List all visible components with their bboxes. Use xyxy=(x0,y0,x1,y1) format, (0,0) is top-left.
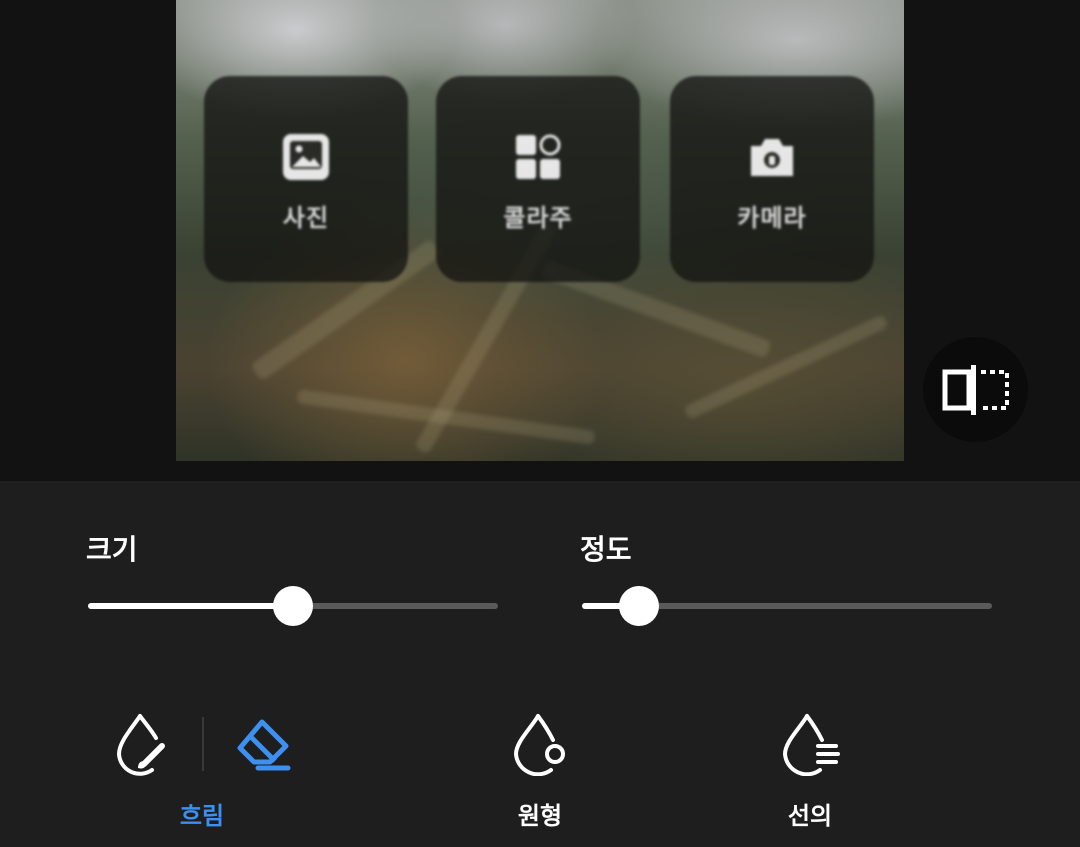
drop-circle-icon[interactable] xyxy=(511,712,571,776)
image-icon xyxy=(283,134,329,180)
blur-drop-brush-icon[interactable] xyxy=(114,712,170,776)
collage-grid-icon xyxy=(516,134,561,179)
size-slider[interactable] xyxy=(88,586,498,626)
tile-collage: 콜라주 xyxy=(436,76,640,282)
edit-panel xyxy=(0,481,1080,847)
tile-photo-label: 사진 xyxy=(282,204,330,232)
compare-split-icon xyxy=(942,364,1009,415)
intensity-slider[interactable] xyxy=(582,586,992,626)
tile-camera: 카메라 xyxy=(670,76,874,282)
photo-preview[interactable]: 사진 콜라주 카메라 xyxy=(176,0,904,461)
intensity-slider-thumb[interactable] xyxy=(619,586,659,626)
blur-tool-label[interactable]: 흐림 xyxy=(142,796,262,831)
compare-button[interactable] xyxy=(923,337,1028,442)
tile-collage-label: 콜라주 xyxy=(503,204,573,232)
linear-tool-label[interactable]: 선의 xyxy=(750,796,870,831)
tile-camera-label: 카메라 xyxy=(737,204,807,232)
size-slider-fill xyxy=(88,603,293,609)
intensity-slider-label: 정도 xyxy=(580,533,632,566)
circle-tool-label[interactable]: 원형 xyxy=(480,796,600,831)
camera-icon xyxy=(751,139,793,176)
eraser-icon[interactable] xyxy=(232,718,292,772)
size-slider-thumb[interactable] xyxy=(273,586,313,626)
tile-photo: 사진 xyxy=(204,76,408,282)
tool-divider xyxy=(202,717,204,771)
size-slider-label: 크기 xyxy=(86,533,138,566)
drop-lines-icon[interactable] xyxy=(780,712,842,776)
blurred-launcher-tiles: 사진 콜라주 카메라 xyxy=(204,76,884,286)
